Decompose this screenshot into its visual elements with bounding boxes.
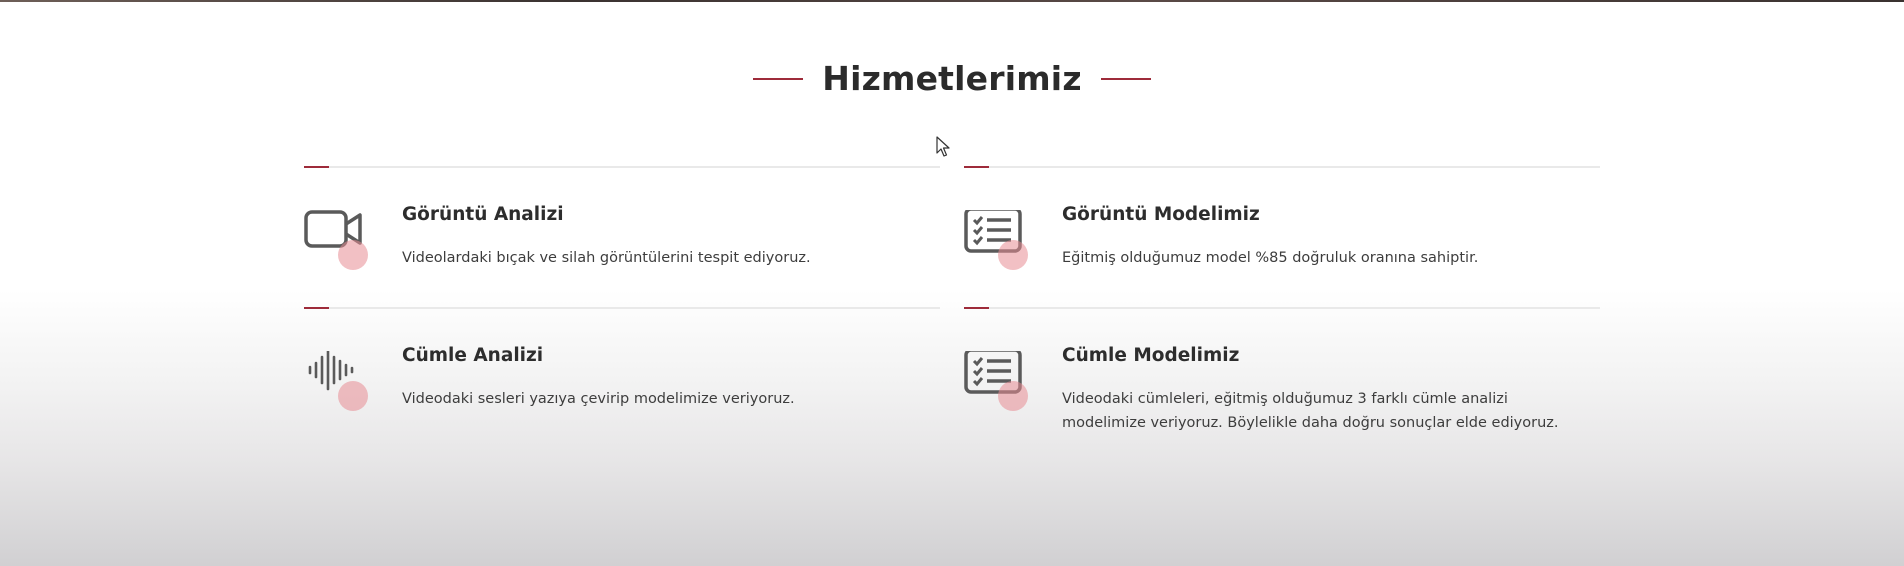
icon-accent-dot — [338, 381, 368, 411]
card-divider-accent — [964, 166, 989, 168]
card-divider — [964, 307, 1600, 309]
service-title: Cümle Modelimiz — [1062, 345, 1240, 366]
title-left-line — [752, 78, 803, 80]
card-divider-accent — [304, 166, 329, 168]
service-description: Eğitmiş olduğumuz model %85 doğruluk ora… — [1062, 250, 1479, 266]
service-description: Videodaki sesleri yazıya çevirip modelim… — [402, 391, 795, 407]
checklist-icon — [964, 351, 1028, 415]
icon-accent-dot — [338, 240, 368, 270]
checklist-icon — [964, 210, 1028, 274]
service-title: Görüntü Analizi — [402, 204, 564, 225]
video-camera-icon — [304, 210, 368, 274]
card-divider — [964, 166, 1600, 168]
top-image-strip — [0, 0, 1904, 2]
title-right-line — [1101, 78, 1152, 80]
sound-wave-icon — [304, 351, 368, 415]
card-divider — [304, 166, 940, 168]
icon-accent-dot — [998, 381, 1028, 411]
section-title: Hizmetlerimiz — [822, 59, 1082, 98]
card-divider — [304, 307, 940, 309]
mouse-cursor-icon — [936, 136, 950, 163]
section-header: Hizmetlerimiz — [0, 56, 1904, 102]
service-description: Videolardaki bıçak ve silah görüntülerin… — [402, 250, 811, 266]
service-title: Cümle Analizi — [402, 345, 544, 366]
icon-accent-dot — [998, 240, 1028, 270]
service-title: Görüntü Modelimiz — [1062, 204, 1260, 225]
card-divider-accent — [304, 307, 329, 309]
service-description: Videodaki cümleleri, eğitmiş olduğumuz 3… — [1062, 391, 1559, 431]
card-divider-accent — [964, 307, 989, 309]
